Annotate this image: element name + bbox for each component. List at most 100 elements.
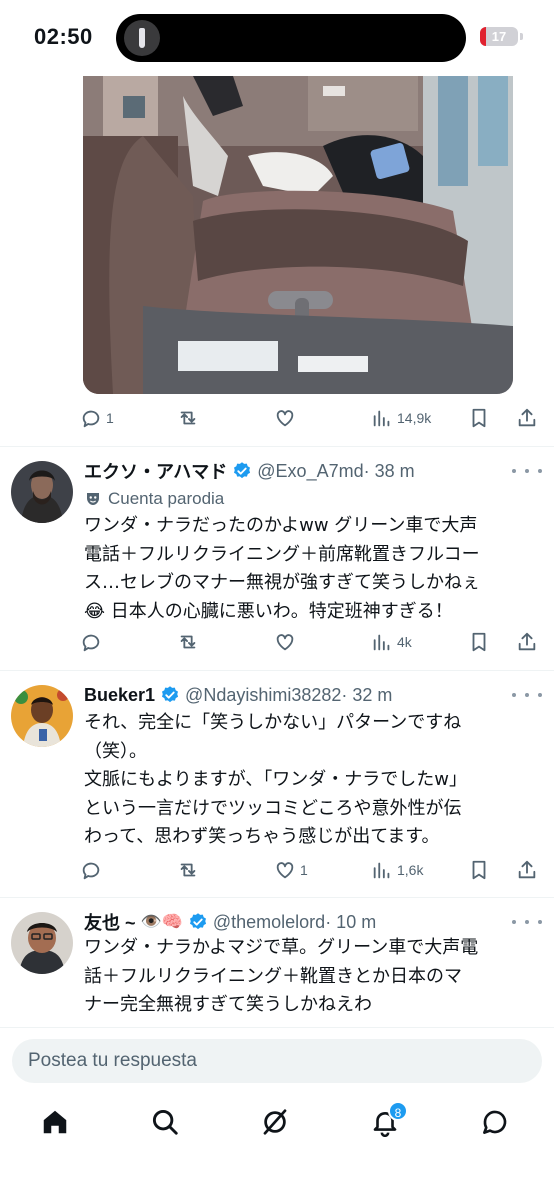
heart-icon [276, 634, 294, 651]
reply-actions: 1 1,6k [80, 855, 548, 885]
tweet-header: エクソ・アハマド @Exo_A7md · 38 m [84, 456, 415, 486]
reply-icon [82, 862, 100, 880]
tweet-text: ワンダ・ナラだったのかよww グリーン車で大声 電話＋フルリクライニング＋前席靴… [84, 512, 544, 626]
post-image[interactable] [83, 76, 513, 394]
battery-tip [520, 33, 523, 40]
notification-badge: 8 [388, 1101, 408, 1121]
heart-icon [276, 862, 294, 879]
share-button[interactable] [516, 403, 538, 433]
bookmark-button[interactable] [468, 627, 490, 657]
views-button[interactable]: 14,9k [371, 403, 431, 433]
tab-notifications[interactable]: 8 [370, 1101, 408, 1141]
post-actions: 1 14,9k [80, 403, 548, 433]
divider [0, 670, 554, 671]
tweet-text: それ、完全に「笑うしかない」パターンですね （笑）。 文脈にもよりますが、「ワン… [84, 712, 467, 847]
messages-icon [483, 1110, 507, 1134]
reply-composer: Postea tu respuesta [0, 1027, 554, 1099]
bookmark-button[interactable] [468, 855, 490, 885]
avatar-image [11, 461, 73, 523]
handle[interactable]: @themolelord [213, 912, 325, 933]
views-count: 1,6k [397, 862, 424, 878]
avatar[interactable] [11, 461, 73, 523]
timestamp[interactable]: · 38 m [364, 461, 415, 482]
bookmark-button[interactable] [468, 403, 490, 433]
clock: 02:50 [34, 24, 93, 49]
views-icon [373, 862, 390, 879]
tab-grok[interactable] [260, 1107, 294, 1141]
divider [0, 446, 554, 447]
views-count: 4k [397, 634, 412, 650]
timestamp[interactable]: · 32 m [341, 685, 392, 706]
tweet-text-main: ワンダ・ナラだったのかよww グリーン車で大声 電話＋フルリクライニング＋前席靴… [84, 515, 480, 593]
verified-badge-icon [189, 913, 206, 930]
views-icon [373, 410, 390, 427]
retweet-icon [180, 635, 196, 649]
reply-button[interactable]: 1 [80, 403, 114, 433]
home-icon [43, 1110, 67, 1134]
reply-button[interactable] [80, 855, 102, 885]
like-count: 1 [300, 862, 308, 878]
avatar-image [11, 685, 73, 747]
status-bar: 02:50 17 [0, 0, 554, 76]
handle[interactable]: @Ndayishimi38282 [185, 685, 341, 706]
divider [0, 897, 554, 898]
more-options-button[interactable] [512, 464, 542, 478]
verified-badge-icon [162, 686, 179, 703]
reply-actions: 4k [80, 627, 548, 657]
tab-messages[interactable] [480, 1107, 514, 1141]
more-options-button[interactable] [512, 915, 542, 929]
like-button[interactable]: 1 [274, 855, 308, 885]
dynamic-island [116, 14, 466, 62]
retweet-button[interactable] [177, 403, 199, 433]
tab-home[interactable] [40, 1107, 74, 1141]
laughing-emoji: 😂 [84, 600, 106, 622]
views-count: 14,9k [397, 410, 432, 426]
retweet-icon [180, 411, 196, 425]
handle[interactable]: @Exo_A7md [257, 461, 363, 482]
like-button[interactable] [274, 403, 296, 433]
tweet-header: Bueker1 @Ndayishimi38282 · 32 m [84, 680, 392, 710]
bookmark-icon [472, 860, 486, 880]
reply-icon [82, 634, 100, 652]
display-name[interactable]: 友也 ~ [84, 909, 136, 935]
train-seat-photo [83, 76, 513, 394]
avatar[interactable] [11, 685, 73, 747]
like-button[interactable] [274, 627, 296, 657]
bookmark-icon [472, 408, 486, 428]
reply-count: 1 [106, 410, 114, 426]
avatar[interactable] [11, 912, 73, 974]
timestamp[interactable]: · 10 m [325, 912, 376, 933]
views-button[interactable]: 1,6k [371, 855, 423, 885]
flashlight-icon [124, 20, 160, 56]
reply-input[interactable]: Postea tu respuesta [12, 1039, 542, 1083]
reply-icon [82, 410, 100, 428]
battery-percentage: 17 [491, 29, 507, 44]
display-name[interactable]: Bueker1 [84, 685, 155, 706]
parody-label-text: Cuenta parodia [108, 489, 225, 508]
heart-icon [276, 410, 294, 427]
views-button[interactable]: 4k [371, 627, 412, 657]
tweet-text-tail: 日本人の心臓に悪いわ。特定班神すぎる！ [110, 600, 453, 622]
share-button[interactable] [516, 855, 538, 885]
share-button[interactable] [516, 627, 538, 657]
share-icon [518, 632, 536, 651]
name-emojis: 👁️🧠 [140, 912, 183, 931]
tweet-header: 友也 ~ 👁️🧠 @themolelord · 10 m [84, 907, 376, 937]
reply-button[interactable] [80, 627, 102, 657]
retweet-button[interactable] [177, 855, 199, 885]
avatar-image [11, 912, 73, 974]
retweet-button[interactable] [177, 627, 199, 657]
tab-bar: 8 [0, 1099, 554, 1200]
more-options-button[interactable] [512, 688, 542, 702]
battery-indicator: 17 [480, 27, 518, 46]
display-name[interactable]: エクソ・アハマド [84, 458, 227, 484]
bookmark-icon [472, 632, 486, 652]
verified-badge-icon [234, 462, 251, 479]
share-icon [518, 860, 536, 879]
tweet-text: ワンダ・ナラかよマジで草。グリーン車で大声電 話＋フルリクライニング＋靴置きとか… [84, 937, 479, 1015]
share-icon [518, 408, 536, 427]
tab-search[interactable] [150, 1107, 184, 1141]
parody-label: Cuenta parodia [84, 487, 224, 511]
theater-mask-icon [87, 493, 99, 505]
views-icon [373, 634, 390, 651]
